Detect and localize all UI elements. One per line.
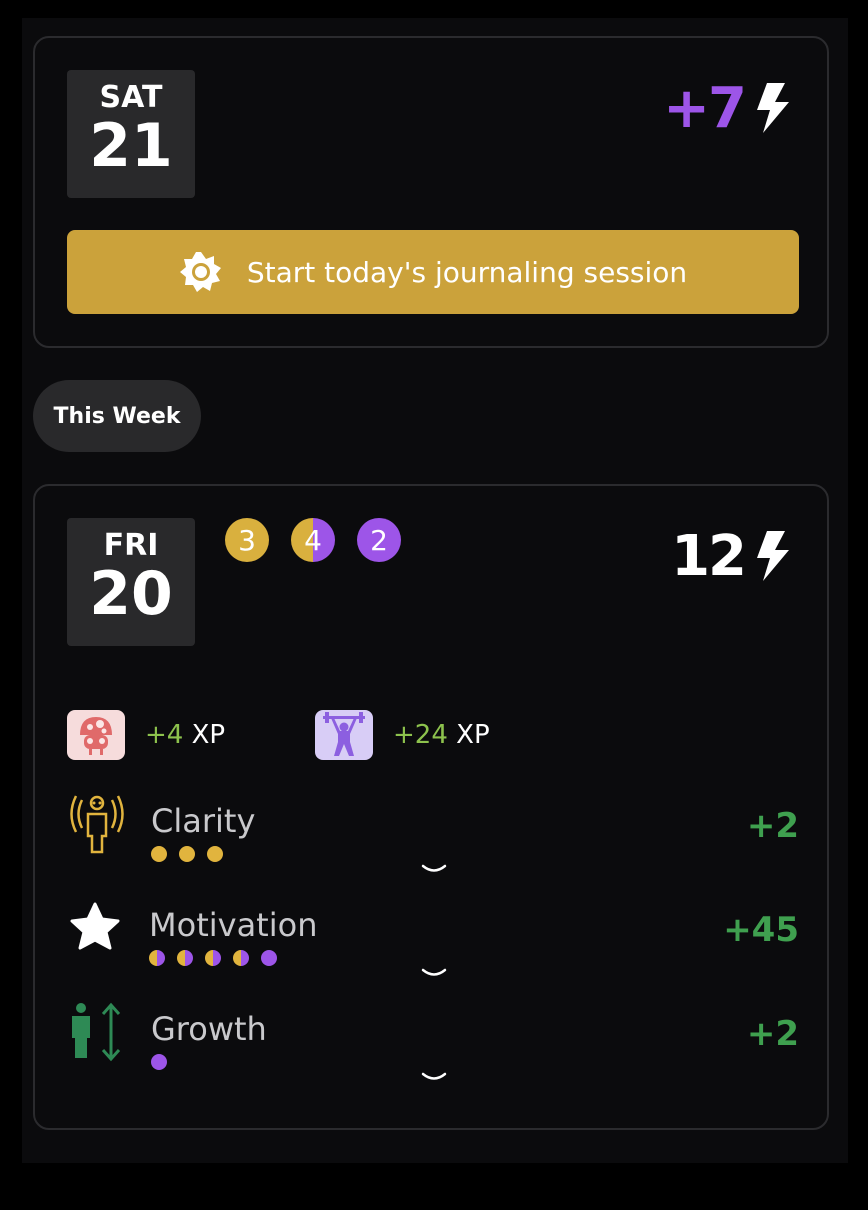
stat-delta-motivation: +45 <box>723 910 799 950</box>
this-week-pill[interactable]: This Week <box>33 380 201 452</box>
stat-name-motivation: Motivation <box>149 906 318 944</box>
today-day-number: 21 <box>89 111 173 181</box>
dot <box>233 950 249 966</box>
xp-item-1: +4 XP <box>67 710 225 760</box>
stat-name-growth: Growth <box>151 1010 267 1048</box>
stat-dots-motivation <box>149 950 277 966</box>
friday-day-number: 20 <box>89 559 173 629</box>
growth-person-icon <box>72 1002 121 1062</box>
start-journaling-button[interactable]: Start today's journaling session <box>67 230 799 314</box>
today-score-value: +7 <box>663 75 747 141</box>
brain-mushroom-icon <box>67 710 125 760</box>
lightning-icon <box>757 531 789 581</box>
xp-item-2: +24 XP <box>315 710 490 760</box>
badge-mixed: 4 <box>291 518 335 562</box>
stat-delta-growth: +2 <box>746 1014 799 1054</box>
dot <box>151 1054 167 1070</box>
journal-panel: SAT 21 +7 Start today's journaling sessi… <box>22 18 848 1163</box>
stat-dots-clarity <box>151 846 223 862</box>
day-card-friday[interactable]: FRI 20 3 4 2 12 +4 XP +24 XP Clarity +2 … <box>33 484 829 1130</box>
chevron-down-icon[interactable] <box>419 1068 449 1088</box>
dot <box>207 846 223 862</box>
dot <box>149 950 165 966</box>
xp-unit-1: XP <box>191 720 226 750</box>
clarity-person-icon <box>70 795 124 854</box>
today-day-of-week: SAT <box>99 80 163 115</box>
stat-clarity[interactable]: Clarity +2 <box>67 794 799 894</box>
dot <box>177 950 193 966</box>
badge-gold: 3 <box>225 518 269 562</box>
star-icon <box>70 902 120 950</box>
today-card: SAT 21 +7 Start today's journaling sessi… <box>33 36 829 348</box>
today-date-box: SAT 21 <box>67 70 195 198</box>
xp-amount-1: +4 <box>145 720 184 750</box>
today-score: +7 <box>663 75 793 141</box>
stat-growth[interactable]: Growth +2 <box>67 1002 799 1102</box>
stat-dots-growth <box>151 1054 167 1070</box>
dot <box>205 950 221 966</box>
badge-purple: 2 <box>357 518 401 562</box>
chevron-down-icon[interactable] <box>419 860 449 880</box>
weightlifter-icon <box>315 710 373 760</box>
sun-icon <box>179 252 221 292</box>
stat-motivation[interactable]: Motivation +45 <box>67 898 799 998</box>
friday-day-of-week: FRI <box>103 528 159 563</box>
friday-date-box: FRI 20 <box>67 518 195 646</box>
stat-delta-clarity: +2 <box>746 806 799 846</box>
lightning-icon <box>757 83 789 133</box>
xp-unit-2: XP <box>456 720 490 750</box>
xp-amount-2: +24 <box>393 720 448 750</box>
start-journaling-label: Start today's journaling session <box>246 255 688 289</box>
dot <box>261 950 277 966</box>
dot <box>151 846 167 862</box>
dot <box>179 846 195 862</box>
chevron-down-icon[interactable] <box>419 964 449 984</box>
stat-name-clarity: Clarity <box>151 802 256 840</box>
friday-score: 12 <box>671 523 793 589</box>
friday-score-value: 12 <box>671 523 747 589</box>
friday-badges: 3 4 2 <box>225 518 401 562</box>
